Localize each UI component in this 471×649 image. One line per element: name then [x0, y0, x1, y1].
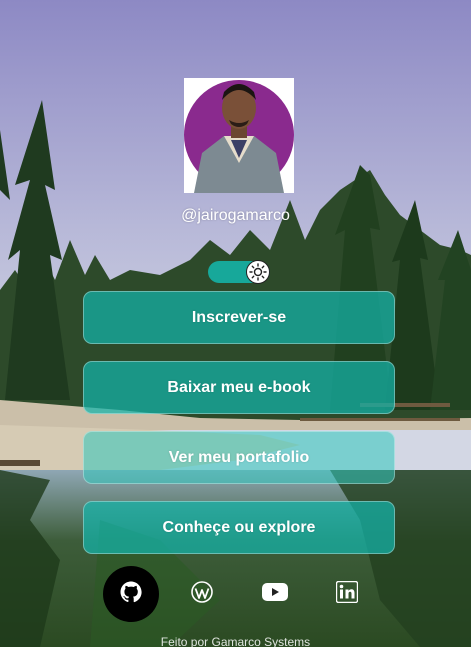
wordpress-link[interactable] — [190, 580, 214, 609]
youtube-icon — [261, 580, 289, 609]
github-icon — [119, 580, 143, 609]
portfolio-button[interactable]: Ver meu portafolio — [83, 431, 395, 484]
social-links — [0, 566, 471, 622]
explore-button[interactable]: Conheçe ou explore — [83, 501, 395, 554]
avatar — [184, 78, 294, 193]
theme-toggle[interactable] — [208, 260, 270, 284]
youtube-link[interactable] — [261, 582, 289, 606]
subscribe-button[interactable]: Inscrever-se — [83, 291, 395, 344]
linkedin-icon — [335, 580, 359, 608]
linkedin-link[interactable] — [335, 580, 359, 608]
github-link[interactable] — [103, 566, 159, 622]
download-ebook-button[interactable]: Baixar meu e-book — [83, 361, 395, 414]
profile-handle: @jairogamarco — [181, 207, 290, 224]
wordpress-icon — [190, 580, 214, 609]
sun-icon — [246, 260, 270, 284]
